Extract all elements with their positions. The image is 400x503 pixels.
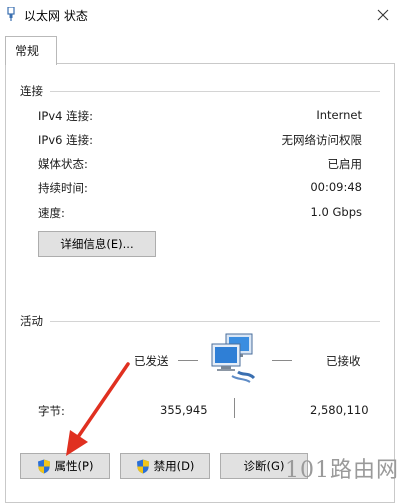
activity-section-title: 活动 (20, 314, 43, 328)
diagnose-button-label: 诊断(G) (243, 459, 285, 473)
duration-label: 持续时间: (38, 181, 88, 195)
close-button[interactable] (372, 4, 394, 26)
media-state-label: 媒体状态: (38, 157, 88, 171)
ipv6-value: 无网络访问权限 (281, 133, 363, 147)
bytes-sent-value: 355,945 (160, 403, 208, 417)
ipv4-value: Internet (316, 108, 362, 122)
window-title: 以太网 状态 (24, 9, 88, 23)
duration-value: 00:09:48 (310, 180, 362, 194)
disable-button-label: 禁用(D) (153, 459, 195, 473)
activity-divider (50, 321, 380, 322)
uac-shield-icon (136, 459, 149, 473)
network-adapter-icon (7, 7, 15, 21)
speed-value: 1.0 Gbps (310, 205, 362, 219)
tab-general-label: 常规 (15, 44, 40, 58)
close-icon (377, 9, 389, 21)
bytes-separator (234, 398, 235, 418)
details-button[interactable]: 详细信息(E)... (38, 231, 156, 257)
connection-section-title: 连接 (20, 84, 43, 98)
properties-button-label: 属性(P) (54, 459, 94, 473)
watermark-text: 101路由网 (285, 458, 399, 483)
uac-shield-icon (37, 459, 50, 473)
sent-line (178, 360, 198, 361)
details-button-label: 详细信息(E)... (60, 237, 134, 251)
connection-divider (50, 91, 380, 92)
media-state-value: 已启用 (327, 157, 363, 171)
ipv6-label: IPv6 连接: (38, 133, 93, 147)
network-computers-icon (211, 333, 256, 383)
annotation-arrow-icon (66, 362, 130, 456)
speed-label: 速度: (38, 206, 65, 220)
bytes-received-value: 2,580,110 (310, 403, 369, 417)
tab-general[interactable]: 常规 (5, 36, 57, 65)
ipv4-label: IPv4 连接: (38, 109, 93, 123)
title-bar: 以太网 状态 (0, 0, 400, 30)
received-line (272, 360, 292, 361)
received-label: 已接收 (326, 354, 361, 368)
